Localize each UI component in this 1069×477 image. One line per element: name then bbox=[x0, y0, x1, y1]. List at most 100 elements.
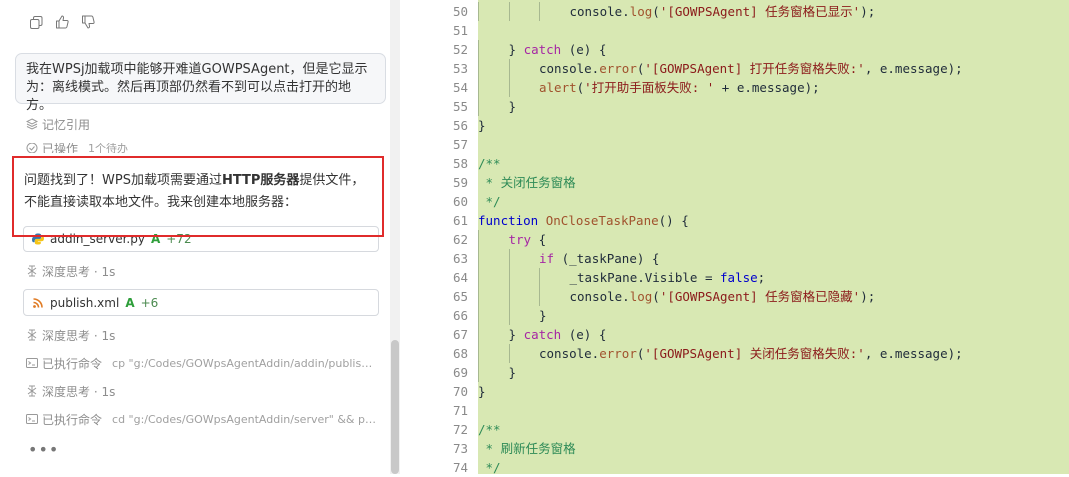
line-number: 60 bbox=[452, 194, 468, 209]
indent-guide bbox=[508, 306, 510, 325]
code-token: '[GOWPSAgent] 打开任务窗格失败:' bbox=[644, 61, 865, 76]
indent-guide bbox=[478, 2, 479, 21]
code-line[interactable]: 62 try { bbox=[410, 230, 1069, 249]
code-token: */ bbox=[478, 460, 501, 475]
operations-count: 1个待办 bbox=[88, 143, 129, 153]
code-text: } catch (e) { bbox=[509, 40, 607, 59]
operations-row[interactable]: 已操作 1个待办 bbox=[26, 143, 128, 153]
deep-think-row-1[interactable]: 深度思考 · 1s bbox=[26, 263, 115, 279]
executed-command-row-2[interactable]: 已执行命令 cd "g:/Codes/GOWpsAgentAddin/serve… bbox=[26, 411, 378, 427]
code-line[interactable]: 73 * 刷新任务窗格 bbox=[410, 439, 1069, 458]
code-token: error bbox=[599, 346, 637, 361]
line-number: 61 bbox=[452, 213, 468, 228]
deep-think-row-3[interactable]: 深度思考 · 1s bbox=[26, 383, 115, 399]
code-line[interactable]: 74 */ bbox=[410, 458, 1069, 477]
code-token: ; bbox=[757, 270, 766, 285]
code-token: console. bbox=[569, 289, 630, 304]
code-line[interactable]: 72 /** bbox=[410, 420, 1069, 439]
executed-command-row-1[interactable]: 已执行命令 cp "g:/Codes/GOWpsAgentAddin/addin… bbox=[26, 355, 378, 371]
code-line[interactable]: 56} bbox=[410, 116, 1069, 135]
rss-xml-icon bbox=[33, 297, 43, 308]
code-line[interactable]: 68 console.error('[GOWPSAgent] 关闭任务窗格失败:'… bbox=[410, 344, 1069, 363]
more-dots-icon: ••• bbox=[28, 440, 60, 459]
thumbs-down-icon[interactable] bbox=[80, 14, 96, 30]
assistant-text-part1: 问题找到了！WPS加载项需要通过 bbox=[24, 173, 222, 188]
code-line[interactable]: 71 bbox=[410, 401, 1069, 420]
code-editor[interactable]: 50 console.log('[GOWPSAgent] 任务窗格已显示'); 51… bbox=[410, 0, 1069, 477]
brain-icon bbox=[27, 385, 37, 397]
code-token: /** bbox=[478, 422, 501, 437]
file-line-delta: +72 bbox=[166, 232, 192, 246]
file-card-addin-server[interactable]: addin_server.py A +72 bbox=[23, 226, 379, 252]
operations-label: 已操作 bbox=[42, 143, 79, 153]
code-line[interactable]: 64 _taskPane.Visible = false; bbox=[410, 268, 1069, 287]
code-text: _taskPane.Visible = false; bbox=[570, 268, 766, 287]
code-line[interactable]: 69} bbox=[410, 363, 1069, 382]
code-token: } bbox=[539, 308, 547, 323]
code-line[interactable]: 67} catch (e) { bbox=[410, 325, 1069, 344]
indent-guide bbox=[478, 249, 479, 268]
line-number: 73 bbox=[452, 441, 468, 456]
code-line[interactable]: 60 */ bbox=[410, 192, 1069, 211]
line-number: 66 bbox=[452, 308, 468, 323]
message-actions bbox=[28, 14, 96, 30]
code-text: } bbox=[509, 97, 517, 116]
code-line[interactable]: 65 console.log('[GOWPSAgent] 任务窗格已隐藏'); bbox=[410, 287, 1069, 306]
chat-scrollbar-thumb[interactable] bbox=[391, 340, 399, 474]
code-token: , e.message); bbox=[864, 346, 963, 361]
code-line[interactable]: 66} bbox=[410, 306, 1069, 325]
code-line[interactable]: 53 console.error('[GOWPSAgent] 打开任务窗格失败:'… bbox=[410, 59, 1069, 78]
thumbs-up-icon[interactable] bbox=[54, 14, 70, 30]
code-line[interactable]: 59 * 关闭任务窗格 bbox=[410, 173, 1069, 192]
indent-guide bbox=[508, 344, 510, 363]
line-number: 69 bbox=[452, 365, 468, 380]
copy-icon[interactable] bbox=[28, 14, 44, 30]
indent-guide bbox=[508, 287, 510, 306]
code-line[interactable]: 55} bbox=[410, 97, 1069, 116]
terminal-icon bbox=[26, 358, 38, 368]
indent-guide bbox=[478, 287, 479, 306]
file-card-publish-xml[interactable]: publish.xml A +6 bbox=[23, 289, 379, 316]
code-line[interactable]: 52 } catch (e) { bbox=[410, 40, 1069, 59]
code-line[interactable]: 54 alert('打开助手面板失败: ' + e.message); bbox=[410, 78, 1069, 97]
code-token: '[GOWPSAgent] 关闭任务窗格失败:' bbox=[644, 346, 865, 361]
executed-command-label: 已执行命令 bbox=[42, 356, 103, 371]
user-message: 我在WPSj加载项中能够开难道GOWPSAgent，但是它显示为：离线模式。然后… bbox=[15, 53, 386, 113]
code-token: _taskPane.Visible = bbox=[569, 270, 721, 285]
code-line[interactable]: 70} bbox=[410, 382, 1069, 401]
brain-icon bbox=[27, 329, 37, 341]
deep-think-row-2[interactable]: 深度思考 · 1s bbox=[26, 327, 115, 343]
code-line[interactable]: 50 console.log('[GOWPSAgent] 任务窗格已显示'); bbox=[410, 2, 1069, 21]
code-line[interactable]: 63 if (_taskPane) { bbox=[410, 249, 1069, 268]
code-token: try bbox=[508, 232, 532, 247]
code-line[interactable]: 57 bbox=[410, 135, 1069, 154]
code-line[interactable]: 51 bbox=[410, 21, 1069, 40]
line-number: 56 bbox=[452, 118, 468, 133]
line-number: 67 bbox=[452, 327, 468, 342]
code-text: * 关闭任务窗格 bbox=[478, 173, 576, 192]
indent-guide bbox=[539, 287, 540, 306]
file-name: publish.xml bbox=[50, 295, 120, 310]
code-token: OnCloseTaskPane bbox=[545, 213, 659, 228]
assistant-message: 问题找到了！WPS加载项需要通过HTTP服务器提供文件，不能直接读取本地文件。我… bbox=[24, 170, 376, 214]
line-number: 55 bbox=[452, 99, 468, 114]
memory-reference-row[interactable]: 记忆引用 bbox=[26, 116, 90, 132]
memory-reference-label: 记忆引用 bbox=[42, 117, 91, 132]
code-token: alert bbox=[539, 80, 577, 95]
indent-guide bbox=[478, 363, 479, 382]
brain-icon bbox=[27, 265, 37, 277]
line-number: 64 bbox=[452, 270, 468, 285]
code-text: function OnCloseTaskPane() { bbox=[478, 211, 689, 230]
code-line[interactable]: 61 function OnCloseTaskPane() { bbox=[410, 211, 1069, 230]
code-token: * 关闭任务窗格 bbox=[478, 175, 576, 190]
code-line[interactable]: 58 /** bbox=[410, 154, 1069, 173]
code-token: function bbox=[478, 213, 539, 228]
code-text: * 刷新任务窗格 bbox=[478, 439, 576, 458]
code-text: console.log('[GOWPSAgent] 任务窗格已显示'); bbox=[570, 2, 876, 21]
code-token: } bbox=[478, 118, 486, 133]
code-token: log bbox=[629, 4, 653, 19]
indent-guide bbox=[539, 2, 540, 21]
line-number: 52 bbox=[452, 42, 468, 57]
file-name: addin_server.py bbox=[50, 232, 145, 246]
code-token: /** bbox=[478, 156, 501, 171]
